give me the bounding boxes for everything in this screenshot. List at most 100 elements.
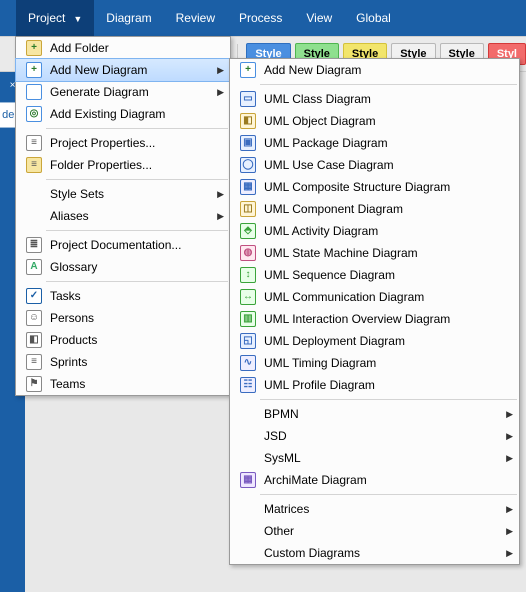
menu-item[interactable]: ☺Persons — [16, 307, 230, 329]
menu-item[interactable]: ⚑Teams — [16, 373, 230, 395]
menu-item[interactable]: Custom Diagrams▶ — [230, 542, 519, 564]
menu-item[interactable]: SysML▶ — [230, 447, 519, 469]
chevron-right-icon: ▶ — [217, 87, 224, 98]
menu-separator — [46, 128, 228, 129]
menu-item-label: Folder Properties... — [46, 158, 210, 172]
icon-cell — [236, 520, 260, 542]
menu-item[interactable]: Style Sets▶ — [16, 183, 230, 205]
menu-item-icon: ◧ — [26, 332, 42, 348]
menu-item[interactable]: ◱UML Deployment Diagram — [230, 330, 519, 352]
menu-item[interactable]: ▦UML Composite Structure Diagram — [230, 176, 519, 198]
icon-cell: + — [22, 59, 46, 81]
menu-label: Diagram — [106, 11, 151, 25]
icon-cell — [236, 403, 260, 425]
icon-cell: ↕ — [236, 264, 260, 286]
menu-item[interactable]: ≡Project Properties... — [16, 132, 230, 154]
icon-cell: ∿ — [236, 352, 260, 374]
chevron-right-icon: ▶ — [217, 189, 224, 200]
menu-item[interactable]: ⬘UML Activity Diagram — [230, 220, 519, 242]
menu-project[interactable]: Project▼ — [16, 0, 94, 36]
chevron-down-icon: ▼ — [73, 14, 82, 24]
menu-item[interactable]: Aliases▶ — [16, 205, 230, 227]
menu-item-label: Glossary — [46, 260, 210, 274]
menu-separator — [260, 84, 517, 85]
menu-item[interactable]: ◎Add Existing Diagram — [16, 103, 230, 125]
icon-cell: ≡ — [22, 351, 46, 373]
icon-cell: ☷ — [236, 374, 260, 396]
menu-item-icon: ◍ — [240, 245, 256, 261]
menu-item-icon: ◱ — [240, 333, 256, 349]
menu-review[interactable]: Review — [164, 0, 227, 36]
menu-item[interactable]: A Glossary — [16, 256, 230, 278]
menu-item-icon: ∿ — [240, 355, 256, 371]
icon-cell: ◍ — [236, 242, 260, 264]
menu-item-icon: ✓ — [26, 288, 42, 304]
icon-cell: + — [22, 37, 46, 59]
menu-item[interactable]: ✓ Tasks — [16, 285, 230, 307]
menu-item[interactable]: ∿ UML Timing Diagram — [230, 352, 519, 374]
menu-item-label: UML Interaction Overview Diagram — [260, 312, 499, 326]
menu-item[interactable]: +Add New Diagram — [230, 59, 519, 81]
menu-process[interactable]: Process — [227, 0, 294, 36]
menu-item[interactable]: ▥UML Interaction Overview Diagram — [230, 308, 519, 330]
menu-item[interactable]: ◯UML Use Case Diagram — [230, 154, 519, 176]
menu-item[interactable]: ≣Project Documentation... — [16, 234, 230, 256]
menu-item-icon: ≣ — [26, 237, 42, 253]
menu-item[interactable]: BPMN ▶ — [230, 403, 519, 425]
menu-label: Review — [176, 11, 215, 25]
chevron-right-icon: ▶ — [217, 65, 224, 76]
icon-cell — [236, 542, 260, 564]
menu-item-icon: A — [26, 259, 42, 275]
menu-item-icon: ≡ — [26, 354, 42, 370]
menu-item-label: UML Object Diagram — [260, 114, 499, 128]
menu-item[interactable]: ▦ArchiMate Diagram — [230, 469, 519, 491]
add-new-diagram-submenu: +Add New Diagram ▭UML Class Diagram ◧ UML O… — [229, 58, 520, 565]
menu-item-label: BPMN — [260, 407, 499, 421]
menu-item[interactable]: Generate Diagram▶ — [16, 81, 230, 103]
menu-item[interactable]: ◫UML Component Diagram — [230, 198, 519, 220]
menu-item-label: Add New Diagram — [260, 63, 499, 77]
menu-separator — [260, 494, 517, 495]
menu-item[interactable]: ◍UML State Machine Diagram — [230, 242, 519, 264]
menu-item-icon: ≡ — [26, 135, 42, 151]
icon-cell — [236, 498, 260, 520]
menu-item[interactable]: +Add New Diagram▶ — [16, 59, 230, 81]
menu-item-label: Tasks — [46, 289, 210, 303]
chevron-right-icon: ▶ — [506, 453, 513, 464]
menu-item-icon: ▣ — [240, 135, 256, 151]
menu-item-label: UML Timing Diagram — [260, 356, 499, 370]
menu-item[interactable]: ◧Products — [16, 329, 230, 351]
icon-cell: ≡ — [22, 132, 46, 154]
menu-item[interactable]: ≡Folder Properties... — [16, 154, 230, 176]
menu-item-icon: ◯ — [240, 157, 256, 173]
menu-item[interactable]: JSD▶ — [230, 425, 519, 447]
menu-item-icon: ▭ — [240, 91, 256, 107]
menu-item-icon: + — [26, 62, 42, 78]
menu-item-icon: ☺ — [26, 310, 42, 326]
icon-cell — [236, 447, 260, 469]
icon-cell: ◫ — [236, 198, 260, 220]
menu-item[interactable]: ↕UML Sequence Diagram — [230, 264, 519, 286]
menu-item[interactable]: ≡Sprints — [16, 351, 230, 373]
menu-item[interactable]: ↔UML Communication Diagram — [230, 286, 519, 308]
menu-global[interactable]: Global — [344, 0, 403, 36]
menu-diagram[interactable]: Diagram — [94, 0, 163, 36]
menu-item-icon: ◧ — [240, 113, 256, 129]
icon-cell: ≡ — [22, 154, 46, 176]
menu-item[interactable]: Other▶ — [230, 520, 519, 542]
menu-item[interactable]: ▣UML Package Diagram — [230, 132, 519, 154]
menu-item[interactable]: +Add Folder — [16, 37, 230, 59]
menu-item-label: JSD — [260, 429, 499, 443]
menu-separator — [46, 281, 228, 282]
icon-cell: A — [22, 256, 46, 278]
menu-item-label: UML Composite Structure Diagram — [260, 180, 499, 194]
menu-item-label: Custom Diagrams — [260, 546, 499, 560]
menu-item[interactable]: Matrices▶ — [230, 498, 519, 520]
icon-cell — [22, 81, 46, 103]
menu-item[interactable]: ▭UML Class Diagram — [230, 88, 519, 110]
menu-item[interactable]: ☷UML Profile Diagram — [230, 374, 519, 396]
chevron-right-icon: ▶ — [506, 409, 513, 420]
menu-item-icon: ☷ — [240, 377, 256, 393]
menu-view[interactable]: View — [294, 0, 344, 36]
menu-item[interactable]: ◧ UML Object Diagram — [230, 110, 519, 132]
